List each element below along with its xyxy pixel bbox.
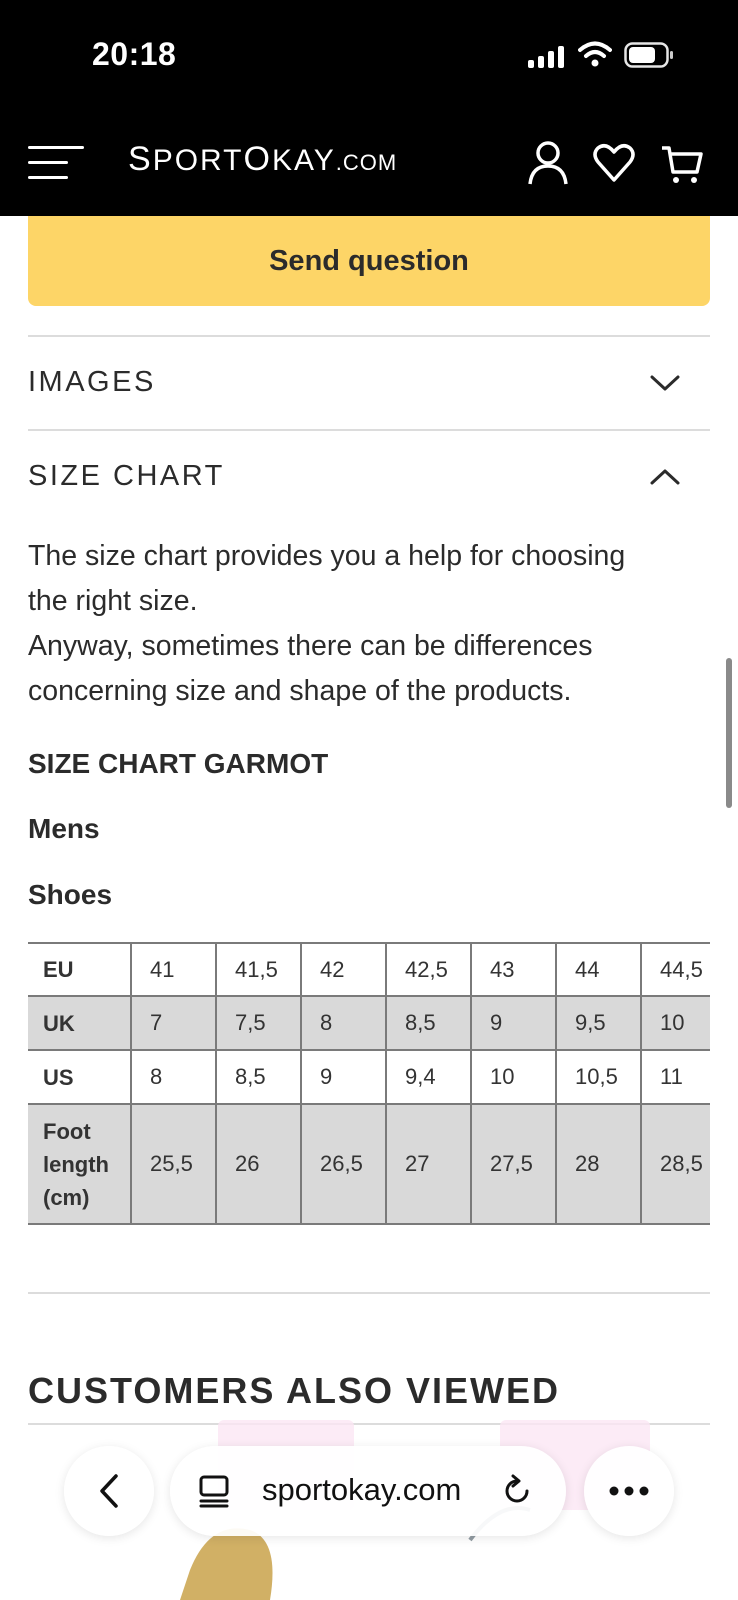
table-row: EU 41 41,5 42 42,5 43 44 44,5 [28,942,710,997]
status-bar: 20:18 [0,0,738,110]
signal-icon [528,46,564,68]
menu-icon[interactable] [28,142,84,182]
send-question-button[interactable]: Send question [28,216,710,306]
table-cell: 9 [301,1049,387,1105]
table-cell: 41,5 [216,942,302,997]
more-icon [609,1486,649,1496]
more-button[interactable] [584,1446,674,1536]
row-label: UK [28,995,132,1051]
browser-toolbar: sportokay.com [0,1420,738,1600]
table-cell: 7,5 [216,995,302,1051]
chevron-down-icon[interactable] [648,372,682,394]
table-cell: 26 [216,1103,302,1225]
table-cell: 9,4 [386,1049,472,1105]
description-line: Anyway, sometimes there can be differenc… [28,630,593,662]
table-cell: 41 [131,942,217,997]
table-cell: 43 [471,942,557,997]
account-icon[interactable] [526,140,570,186]
size-chart-description: The size chart provides you a help for c… [28,534,718,714]
table-cell: 28,5 [641,1103,710,1225]
back-icon [100,1474,118,1508]
table-row: UK 7 7,5 8 8,5 9 9,5 10 [28,995,710,1051]
table-cell: 28 [556,1103,642,1225]
table-cell: 10 [641,995,710,1051]
table-cell: 8,5 [216,1049,302,1105]
description-line: concerning size and shape of the product… [28,675,572,707]
description-line: The size chart provides you a help for c… [28,540,626,572]
tabs-icon[interactable] [198,1474,232,1508]
table-cell: 8 [301,995,387,1051]
size-table: EU 41 41,5 42 42,5 43 44 44,5 UK 7 7,5 8… [28,942,710,1225]
table-cell: 10,5 [556,1049,642,1105]
customers-also-viewed-title: CUSTOMERS ALSO VIEWED [28,1370,561,1411]
wifi-icon [578,41,612,67]
url-text[interactable]: sportokay.com [262,1472,461,1508]
table-cell: 25,5 [131,1103,217,1225]
table-cell: 11 [641,1049,710,1105]
battery-icon [624,42,673,68]
row-label: Foot length (cm) [28,1103,132,1225]
table-cell: 9 [471,995,557,1051]
table-cell: 10 [471,1049,557,1105]
size-chart-heading: SIZE CHART GARMOT [28,748,329,779]
status-time: 20:18 [92,36,177,72]
size-chart-group: Mens [28,813,100,844]
divider [28,335,710,337]
site-header: SPORTOKAY.COM [0,110,738,216]
back-button[interactable] [64,1446,154,1536]
divider [28,429,710,431]
size-chart-category: Shoes [28,879,113,910]
scrollbar[interactable] [726,658,732,808]
accordion-title[interactable]: IMAGES [28,366,156,399]
site-logo[interactable]: SPORTOKAY.COM [128,140,397,184]
address-bar[interactable]: sportokay.com [170,1446,566,1536]
table-cell: 42 [301,942,387,997]
table-cell: 44 [556,942,642,997]
description-line: the right size. [28,585,198,617]
chevron-up-icon[interactable] [648,466,682,488]
table-row: Foot length (cm) 25,5 26 26,5 27 27,5 28… [28,1103,710,1225]
cart-icon[interactable] [660,140,704,186]
row-label: US [28,1049,132,1105]
divider [28,1292,710,1294]
row-label: EU [28,942,132,997]
heart-icon[interactable] [592,140,636,186]
reload-icon[interactable] [500,1474,534,1508]
table-cell: 7 [131,995,217,1051]
table-cell: 8 [131,1049,217,1105]
table-cell: 8,5 [386,995,472,1051]
table-cell: 27,5 [471,1103,557,1225]
table-row: US 8 8,5 9 9,4 10 10,5 11 [28,1049,710,1105]
accordion-title[interactable]: SIZE CHART [28,460,225,493]
table-cell: 42,5 [386,942,472,997]
table-cell: 44,5 [641,942,710,997]
table-cell: 26,5 [301,1103,387,1225]
table-cell: 27 [386,1103,472,1225]
table-cell: 9,5 [556,995,642,1051]
